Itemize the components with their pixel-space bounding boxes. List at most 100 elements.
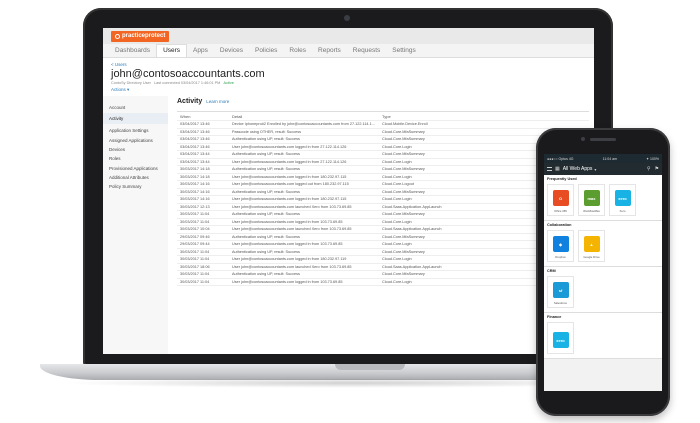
cell-when: 30/03/2017 11:04 [180, 219, 210, 224]
status-badge: Active [223, 81, 234, 85]
sidebar-item-activity[interactable]: Activity [103, 113, 168, 124]
sidebar-item-application-settings[interactable]: Application Settings [103, 126, 168, 135]
phone-screen: ●●●○○ Optus 4G 11:04 am ✦ 100% ▦ All Web… [544, 154, 662, 391]
cell-when: 30/03/2017 10:04 [180, 227, 210, 232]
sidebar-item-assigned-applications[interactable]: Assigned Applications [103, 135, 168, 144]
table-row: 30/03/2017 11:04 User john@contosoaccount… [177, 279, 589, 286]
app-body: Account Activity Application Settings Assig… [103, 96, 594, 354]
sidebar-item-roles[interactable]: Roles [103, 154, 168, 163]
sidebar-item-additional-attributes[interactable]: Additional Attributes [103, 173, 168, 182]
user-header: < Users john@contosoaccountants.com Cont… [103, 58, 594, 96]
app-tile[interactable]: xero [547, 322, 574, 354]
nav-item-dashboards[interactable]: Dashboards [109, 47, 156, 57]
app-tile[interactable]: O Office 365 [547, 184, 574, 216]
sidebar: Account Activity Application Settings Assig… [103, 96, 168, 354]
cell-when: 30/03/2017 12:13 [180, 204, 210, 209]
table-row: 03/04/2017 13:46 Authentication using UP,… [177, 136, 589, 144]
home-button[interactable] [593, 396, 613, 412]
nav-item-users[interactable]: Users [156, 44, 188, 57]
table-row: 30/03/2017 14:16 User john@contosoaccount… [177, 181, 589, 189]
table-row: 30/03/2017 12:13 User john@contosoaccount… [177, 204, 589, 211]
activity-header: Activity Learn more [177, 98, 588, 105]
tile-row: ◆ Dropbox ▲ Google Drive [547, 230, 659, 262]
laptop-notch [335, 364, 405, 370]
table-row: 30/03/2017 18:06 User john@contosoaccount… [177, 264, 589, 271]
status-time: 11:04 am [602, 156, 617, 161]
table-row: 30/03/2017 10:04 User john@contosoaccount… [177, 226, 589, 234]
nav-item-reports[interactable]: Reports [312, 47, 347, 57]
nav-item-devices[interactable]: Devices [214, 47, 249, 57]
table-row: 30/03/2017 11:04 Authentication using UP,… [177, 211, 589, 219]
app-label: WorkflowMax [583, 209, 600, 213]
activity-table: When Detail Type 03/04/2017 13:46 Device … [177, 111, 589, 286]
cell-when: 30/03/2017 14:16 [180, 182, 210, 187]
table-row: 30/03/2017 14:18 User john@contosoaccount… [177, 174, 589, 181]
cell-when: 30/03/2017 14:16 [180, 197, 210, 202]
nav-item-requests[interactable]: Requests [347, 47, 386, 57]
nav-item-policies[interactable]: Policies [249, 47, 283, 57]
app-icon: ▲ [583, 236, 600, 252]
table-row: 30/03/2017 11:04 User john@contosoaccount… [177, 256, 589, 264]
cell-when: 29/03/2017 09:46 [180, 234, 210, 239]
cell-detail: Authentication using UP, result: Success [232, 152, 300, 157]
column-header-detail[interactable]: Detail [232, 114, 382, 119]
section-title: Collaboration [547, 223, 572, 227]
table-row: 30/03/2017 14:16 Authentication using UP,… [177, 189, 589, 196]
cell-detail: Authentication using UP, result: Success [232, 249, 300, 254]
cell-type: Cloud.Mobile.Device.Enroll [382, 122, 428, 127]
sidebar-item-devices[interactable]: Devices [103, 145, 168, 154]
practiceprotect-logo[interactable]: practiceprotect [111, 30, 170, 42]
cell-when: 29/03/2017 09:44 [180, 242, 210, 247]
cell-detail: User john@contosoaccountants.com logged … [232, 279, 343, 284]
tile-row: O Office 365 max WorkflowMax xero Xero [547, 184, 659, 216]
app-label: Google Drive [583, 255, 600, 259]
camera-icon [344, 15, 350, 21]
cell-detail: User john@contosoaccountants.com logged … [232, 257, 347, 262]
app-header: practiceprotect [103, 28, 594, 44]
app-icon: O [552, 190, 569, 206]
nav-item-settings[interactable]: Settings [386, 47, 422, 57]
table-row: 03/04/2017 13:44 Authentication using UP,… [177, 151, 589, 159]
cell-when: 03/04/2017 13:46 [180, 129, 210, 134]
sidebar-item-provisioned-applications[interactable]: Provisioned Applications [103, 164, 168, 173]
app-tile[interactable]: xero Xero [609, 184, 636, 216]
app-label: Salesforce [553, 301, 568, 305]
section-title: CRM [547, 269, 556, 273]
phone-status-bar: ●●●○○ Optus 4G 11:04 am ✦ 100% [544, 154, 662, 163]
cell-detail: User john@contosoaccountants.com logged … [232, 242, 343, 247]
table-header: When Detail Type [177, 112, 589, 121]
phone-toolbar: ▦ All Web Apps ▾ ⚲ ⚑ [544, 163, 662, 175]
search-icon[interactable]: ⚲ [647, 166, 651, 172]
phone: ●●●○○ Optus 4G 11:04 am ✦ 100% ▦ All Web… [536, 128, 670, 416]
logo-text: practiceprotect [122, 33, 166, 39]
column-header-when[interactable]: When [177, 114, 232, 119]
cell-detail: User john@contosoaccountants.com launche… [232, 227, 352, 232]
bell-icon[interactable]: ⚑ [655, 166, 659, 172]
nav-item-apps[interactable]: Apps [187, 47, 214, 57]
app-filter-title[interactable]: All Web Apps [563, 166, 593, 172]
table-row: 30/03/2017 14:16 User john@contosoaccount… [177, 196, 589, 204]
sidebar-item-policy-summary[interactable]: Policy Summary [103, 182, 168, 191]
nav-item-roles[interactable]: Roles [283, 47, 312, 57]
table-row: 30/03/2017 11:04 Authentication using UP,… [177, 271, 589, 279]
back-to-users-link[interactable]: < Users [111, 62, 586, 67]
laptop-lid: practiceprotect Dashboards Users Apps Devic… [83, 8, 613, 366]
cell-detail: Device Iphonepro#2 Enrolled by john@cont… [232, 122, 375, 127]
actions-label: Actions [111, 87, 126, 92]
chevron-down-icon[interactable]: ▾ [594, 167, 596, 172]
cell-when: 30/03/2017 11:04 [180, 249, 210, 254]
sidebar-item-account[interactable]: Account [103, 102, 168, 113]
toolbar-actions: ⚲ ⚑ [647, 166, 659, 172]
phone-camera-icon [581, 137, 585, 141]
menu-icon[interactable] [547, 167, 552, 171]
actions-dropdown[interactable]: Actions ▾ [111, 87, 586, 93]
app-tile[interactable]: ◆ Dropbox [547, 230, 574, 262]
app-tile[interactable]: max WorkflowMax [578, 184, 605, 216]
column-header-type[interactable]: Type [382, 114, 589, 119]
cell-detail: Authentication using UP, result: Success [232, 137, 300, 142]
app-tile[interactable]: ▲ Google Drive [578, 230, 605, 262]
main-nav: Dashboards Users Apps Devices Policies Roles R… [103, 44, 594, 58]
activity-panel: Activity Learn more When Detail Type 03/… [171, 96, 594, 354]
learn-more-link[interactable]: Learn more [206, 99, 229, 104]
app-tile[interactable]: sf Salesforce [547, 276, 574, 308]
